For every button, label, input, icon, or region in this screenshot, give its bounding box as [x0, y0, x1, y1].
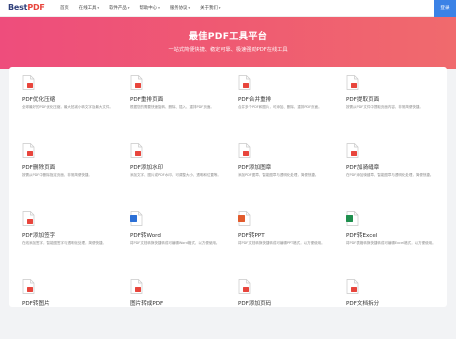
- tool-card[interactable]: PDF添加签字在线添加签字，智能图签字与透明化处理，简便快捷。: [20, 203, 120, 271]
- tool-description: 将PDF文档转换快捷转成可编辑PPT格式，以方便使用。: [238, 241, 325, 245]
- ppt-icon: [238, 211, 251, 226]
- tool-card[interactable]: PDF文档拆分: [344, 271, 444, 339]
- chevron-down-icon: ▾: [218, 6, 221, 10]
- main-nav: 首页 在线工具▾ 软件产品▾ 帮助中心▾ 服务协议▾ 关于我们▾: [60, 0, 231, 17]
- tool-title: PDF添加水印: [130, 165, 164, 171]
- nav-item-label: 关于我们: [200, 6, 218, 11]
- tool-description: 在PDF添加骑缝章，智能图章与透明化处理，简便快捷。: [346, 173, 434, 177]
- tool-card[interactable]: PDF加骑缝章在PDF添加骑缝章，智能图章与透明化处理，简便快捷。: [344, 135, 444, 203]
- tool-card[interactable]: PDF删除页面按需从PDF中删除指定页面，非常简便快捷。: [20, 135, 120, 203]
- tool-description: 将PDF表格转换快捷转成可编辑Excel格式，以方便使用。: [346, 241, 436, 245]
- tool-title: PDF添加页码: [238, 301, 272, 307]
- nav-item[interactable]: 关于我们▾: [200, 0, 220, 17]
- tool-title: PDF转Excel: [346, 233, 378, 239]
- seam-stamp-icon: [346, 143, 359, 158]
- tool-card[interactable]: PDF添加水印添加文字、图片或PDF水印，可调整大小、透明和位置等。: [128, 135, 228, 203]
- tool-description: 在线添加签字，智能图签字与透明化处理，简便快捷。: [22, 241, 106, 245]
- nav-item[interactable]: 首页: [60, 0, 69, 17]
- signature-icon: [22, 211, 35, 226]
- nav-item[interactable]: 帮助中心▾: [139, 0, 159, 17]
- chevron-down-icon: ▾: [188, 6, 191, 10]
- tool-card[interactable]: PDF转图片: [20, 271, 120, 339]
- nav-item[interactable]: 软件产品▾: [109, 0, 129, 17]
- split-icon: [346, 279, 359, 294]
- tool-card[interactable]: PDF转PPT 将PDF文档转换快捷转成可编辑PPT格式，以方便使用。: [236, 203, 336, 271]
- top-navigation-bar: BestPDF 首页 在线工具▾ 软件产品▾ 帮助中心▾ 服务协议▾ 关于我们▾ 登录: [0, 0, 456, 17]
- chevron-down-icon: ▾: [127, 6, 130, 10]
- page-number-icon: [238, 279, 251, 294]
- tool-title: PDF删除页面: [22, 165, 56, 171]
- tool-description: 按需从PDF中删除指定页面，非常简便快捷。: [22, 173, 92, 177]
- tool-title: 图片转成PDF: [130, 301, 164, 307]
- tool-card[interactable]: PDF添加图章添加PDF图章，智能图章与透明化处理，简便快捷。: [236, 135, 336, 203]
- merge-icon: [238, 75, 251, 90]
- tool-title: PDF添加图章: [238, 165, 272, 171]
- tool-card[interactable]: PDF合并重排合并多个PDF和图片，可添加、删除、重排PDF页面。: [236, 67, 336, 135]
- tool-description: 按需从PDF文件中提取页面内容，非常简便快捷。: [346, 105, 423, 109]
- tool-description: 添加PDF图章，智能图章与透明化处理，简便快捷。: [238, 173, 319, 177]
- image-to-pdf-icon: [130, 279, 143, 294]
- tool-title: PDF提取页面: [346, 97, 380, 103]
- tool-title: PDF转图片: [22, 301, 50, 307]
- tool-card[interactable]: PDF转Excel 将PDF表格转换快捷转成可编辑Excel格式，以方便使用。: [344, 203, 444, 271]
- tool-title: PDF合并重排: [238, 97, 272, 103]
- tool-title: PDF文档拆分: [346, 301, 380, 307]
- reorder-icon: [130, 75, 143, 90]
- tool-title: PDF添加签字: [22, 233, 56, 239]
- site-logo[interactable]: BestPDF: [8, 3, 45, 13]
- nav-item[interactable]: 服务协议▾: [170, 0, 190, 17]
- chevron-down-icon: ▾: [158, 6, 160, 10]
- chevron-down-icon: ▾: [97, 6, 100, 10]
- nav-item-label: 在线工具: [78, 6, 97, 11]
- tool-description: 将PDF文档转换快捷转成可编辑Word格式，以方便使用。: [130, 241, 220, 245]
- tool-card[interactable]: PDF优化压缩全球最好的PDF优化压缩，最大拍减小转文字及最大文件。: [20, 67, 120, 135]
- tool-title: PDF转Word: [130, 233, 161, 239]
- tool-description: 根据您的需要快速旋转、删除、插入、重排PDF页面。: [130, 105, 214, 109]
- tool-title: PDF重排页面: [130, 97, 164, 103]
- stamp-icon: [238, 143, 251, 158]
- tool-card[interactable]: PDF转Word 将PDF文档转换快捷转成可编辑Word格式，以方便使用。: [128, 203, 228, 271]
- login-button[interactable]: 登录: [434, 0, 456, 17]
- tool-description: 添加文字、图片或PDF水印，可调整大小、透明和位置等。: [130, 173, 221, 177]
- tool-title: PDF优化压缩: [22, 97, 56, 103]
- watermark-icon: [130, 143, 143, 158]
- hero-subtitle: 一站式简便快捷、稳定可靠、极速强劲PDF在线工具: [168, 47, 288, 53]
- tool-description: 全球最好的PDF优化压缩，最大拍减小转文字及最大文件。: [22, 105, 113, 109]
- hero-title: 最佳PDF工具平台: [188, 31, 268, 42]
- nav-item-label: 软件产品: [109, 6, 127, 11]
- nav-item-label: 帮助中心: [139, 6, 158, 11]
- tool-card[interactable]: PDF重排页面根据您的需要快速旋转、删除、插入、重排PDF页面。: [128, 67, 228, 135]
- nav-item-label: 首页: [60, 6, 69, 11]
- word-icon: [130, 211, 143, 226]
- delete-page-icon: [22, 143, 35, 158]
- excel-icon: [346, 211, 359, 226]
- tool-card[interactable]: PDF提取页面按需从PDF文件中提取页面内容，非常简便快捷。: [344, 67, 444, 135]
- nav-item-label: 服务协议: [169, 6, 188, 11]
- tool-card[interactable]: 图片转成PDF: [128, 271, 228, 339]
- tools-panel: PDF优化压缩 全球最好的PDF优化压缩，最大拍减小转文字及最大文件。 PDF重排页…: [9, 67, 447, 307]
- extract-icon: [346, 75, 359, 90]
- compress-icon: [22, 75, 35, 90]
- tool-title: PDF转PPT: [238, 233, 265, 239]
- tool-title: PDF加骑缝章: [346, 165, 380, 171]
- nav-item[interactable]: 在线工具▾: [79, 0, 99, 17]
- tool-description: 合并多个PDF和图片，可添加、删除、重排PDF页面。: [238, 105, 322, 109]
- hero-banner: 最佳PDF工具平台 一站式简便快捷、稳定可靠、极速强劲PDF在线工具: [0, 17, 456, 69]
- pdf-to-image-icon: [22, 279, 35, 294]
- tool-card[interactable]: PDF添加页码: [236, 271, 336, 339]
